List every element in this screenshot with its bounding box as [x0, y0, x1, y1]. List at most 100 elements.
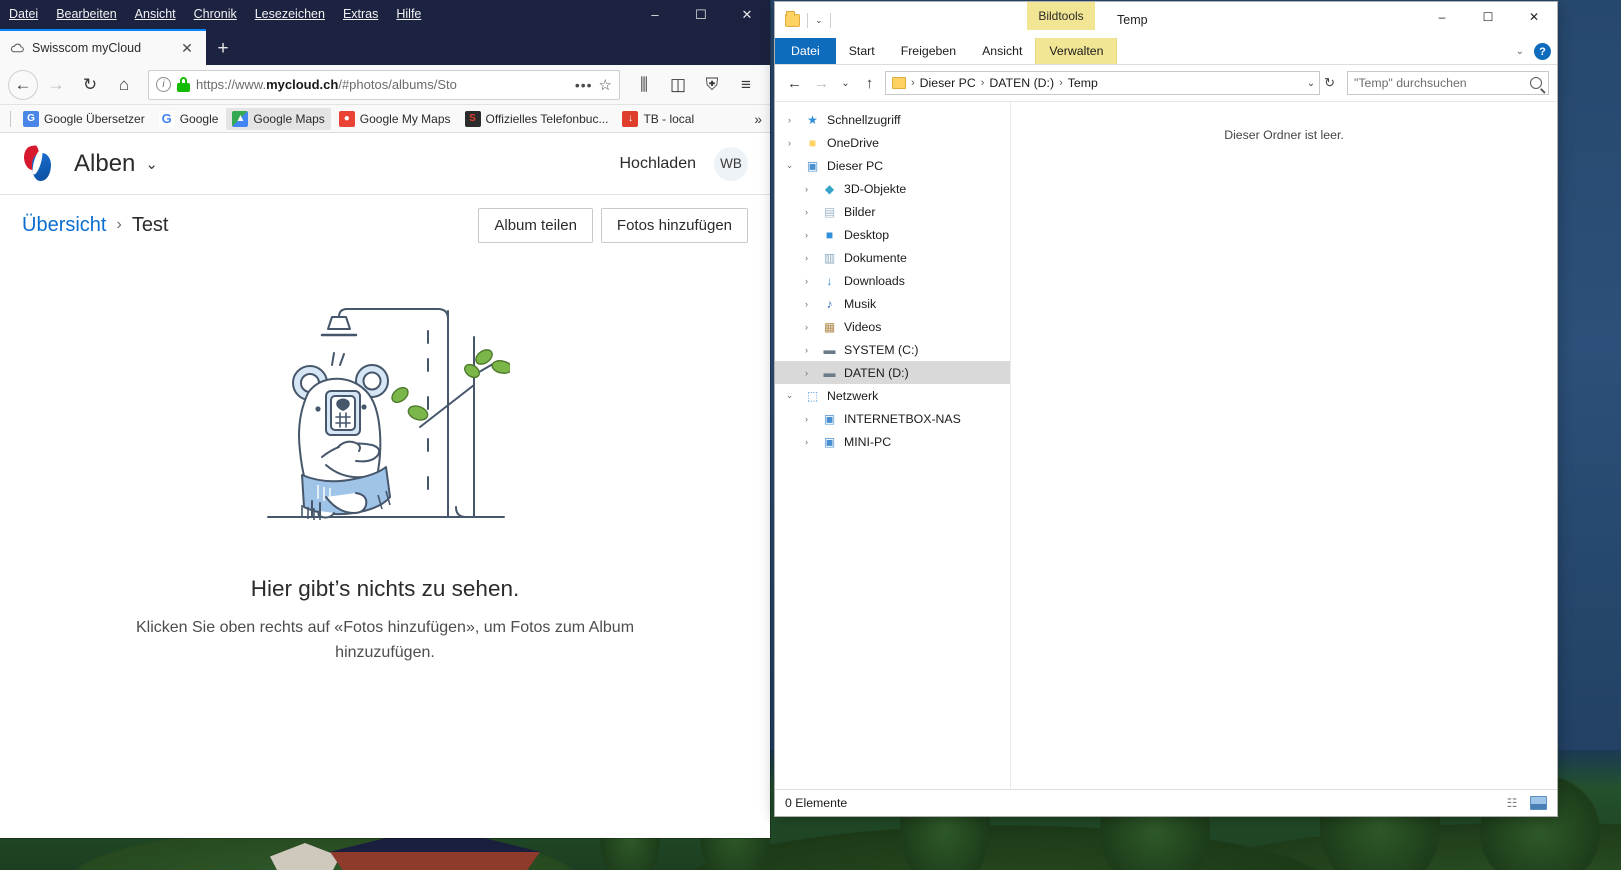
- chevron-right-icon[interactable]: ›: [798, 253, 815, 263]
- add-photos-button[interactable]: Fotos hinzufügen: [600, 207, 748, 243]
- breadcrumb-daten-d[interactable]: DATEN (D:): [989, 76, 1054, 90]
- chevron-down-icon[interactable]: ⌄: [781, 160, 798, 171]
- chevron-right-icon[interactable]: ›: [798, 437, 815, 447]
- menu-datei[interactable]: Datei: [0, 0, 47, 29]
- search-input[interactable]: "Temp" durchsuchen: [1347, 71, 1549, 95]
- refresh-icon[interactable]: ↻: [1324, 75, 1335, 91]
- nav-tree-item[interactable]: › ■ OneDrive: [775, 131, 1010, 154]
- nav-tree-item[interactable]: ⌄ ▣ Dieser PC: [775, 154, 1010, 177]
- chevron-right-icon[interactable]: ›: [798, 207, 815, 217]
- firefox-close-button[interactable]: ✕: [724, 0, 770, 29]
- nav-tree-item[interactable]: › ▣ INTERNETBOX-NAS: [775, 407, 1010, 430]
- nav-tree-item[interactable]: › ▬ DATEN (D:): [775, 361, 1010, 384]
- home-button[interactable]: ⌂: [108, 70, 140, 100]
- breadcrumb-dieser-pc[interactable]: Dieser PC: [920, 76, 976, 90]
- nav-tree-item[interactable]: › ♪ Musik: [775, 292, 1010, 315]
- menu-extras[interactable]: Extras: [334, 0, 387, 29]
- explorer-minimize-button[interactable]: –: [1419, 2, 1465, 32]
- nav-tree-item[interactable]: › ▤ Bilder: [775, 200, 1010, 223]
- page-actions-icon[interactable]: •••: [575, 77, 593, 93]
- new-tab-button[interactable]: +: [206, 33, 240, 65]
- chevron-right-icon[interactable]: ›: [798, 368, 815, 378]
- bookmark-star-icon[interactable]: ☆: [599, 76, 612, 94]
- chevron-right-icon[interactable]: ›: [798, 230, 815, 240]
- nav-tree-item[interactable]: › ▣ MINI-PC: [775, 430, 1010, 453]
- menu-ansicht[interactable]: Ansicht: [126, 0, 185, 29]
- menu-lesezeichen[interactable]: Lesezeichen: [246, 0, 334, 29]
- forward-button[interactable]: →: [40, 70, 72, 100]
- avatar[interactable]: WB: [714, 146, 748, 181]
- breadcrumb-root[interactable]: Übersicht: [22, 214, 106, 237]
- explorer-close-button[interactable]: ✕: [1511, 2, 1557, 32]
- chevron-down-icon[interactable]: ⌄: [815, 15, 823, 26]
- chevron-right-icon[interactable]: ›: [798, 414, 815, 424]
- menu-hilfe[interactable]: Hilfe: [387, 0, 430, 29]
- swisscom-logo-icon[interactable]: [22, 144, 56, 183]
- shield-icon[interactable]: ⛨: [696, 70, 728, 100]
- nav-tree-item[interactable]: ⌄ ⬚ Netzwerk: [775, 384, 1010, 407]
- firefox-maximize-button[interactable]: ☐: [678, 0, 724, 29]
- chevron-down-icon[interactable]: ⌄: [1516, 46, 1524, 57]
- nav-tree-item[interactable]: › ▦ Videos: [775, 315, 1010, 338]
- nav-tree-item[interactable]: › ■ Desktop: [775, 223, 1010, 246]
- bookmark-google[interactable]: G Google: [153, 108, 225, 130]
- firefox-minimize-button[interactable]: –: [632, 0, 678, 29]
- nav-tree-item[interactable]: › ▥ Dokumente: [775, 246, 1010, 269]
- bookmark-google-maps[interactable]: ▲ Google Maps: [226, 107, 331, 130]
- menu-chronik[interactable]: Chronik: [185, 0, 246, 29]
- chevron-right-icon[interactable]: ›: [781, 115, 798, 125]
- tab-swisscom-mycloud[interactable]: Swisscom myCloud ✕: [0, 29, 206, 65]
- recent-locations-icon[interactable]: ⌄: [837, 72, 854, 95]
- search-icon[interactable]: [1530, 77, 1542, 89]
- sidebar-icon[interactable]: ◫: [662, 70, 694, 100]
- thumbnails-view-icon[interactable]: [1530, 796, 1547, 810]
- chevron-right-icon[interactable]: ›: [798, 299, 815, 309]
- nav-tree-item[interactable]: › ↓ Downloads: [775, 269, 1010, 292]
- nav-item-label: Videos: [844, 319, 882, 334]
- reload-button[interactable]: ↻: [74, 70, 106, 100]
- chevron-down-icon[interactable]: ⌄: [781, 390, 798, 401]
- bookmark-google-my-maps[interactable]: ● Google My Maps: [333, 108, 457, 130]
- menu-bearbeiten[interactable]: Bearbeiten: [47, 0, 125, 29]
- chevron-right-icon[interactable]: ›: [798, 322, 815, 332]
- chevron-right-icon[interactable]: ›: [798, 184, 815, 194]
- bookmarks-overflow-icon[interactable]: »: [754, 111, 762, 127]
- help-icon[interactable]: ?: [1534, 43, 1551, 60]
- bookmark-google-uebersetzer[interactable]: G Google Übersetzer: [17, 108, 151, 130]
- url-bar[interactable]: i https://www.mycloud.ch/#photos/albums/…: [148, 69, 620, 100]
- ribbon-tab-freigeben[interactable]: Freigeben: [888, 38, 969, 64]
- chevron-right-icon[interactable]: ›: [798, 345, 815, 355]
- share-album-button[interactable]: Album teilen: [478, 207, 593, 243]
- address-dropdown-icon[interactable]: ⌄: [1307, 78, 1315, 89]
- nav-item-icon: ■: [825, 227, 834, 242]
- explorer-back-button[interactable]: ←: [783, 72, 806, 95]
- details-view-icon[interactable]: ☷: [1503, 796, 1520, 811]
- site-info-icon[interactable]: i: [156, 77, 171, 92]
- ribbon-tab-verwalten[interactable]: Verwalten: [1035, 38, 1118, 64]
- ribbon-tab-datei[interactable]: Datei: [775, 38, 836, 64]
- chevron-down-icon[interactable]: ⌄: [145, 155, 158, 173]
- explorer-up-button[interactable]: ↑: [858, 72, 881, 95]
- ribbon-tab-start[interactable]: Start: [836, 38, 888, 64]
- library-icon[interactable]: ⫼: [628, 70, 660, 100]
- explorer-forward-button[interactable]: →: [810, 72, 833, 95]
- chevron-right-icon[interactable]: ›: [781, 138, 798, 148]
- folder-icon[interactable]: [785, 10, 800, 27]
- hamburger-menu-icon[interactable]: ≡: [730, 70, 762, 100]
- chevron-right-icon[interactable]: ›: [798, 276, 815, 286]
- explorer-title-bar: ⌄ Bildtools Temp – ☐ ✕: [775, 2, 1557, 38]
- bookmark-tb-local[interactable]: ↓ TB - local: [616, 108, 700, 130]
- ribbon-tab-ansicht[interactable]: Ansicht: [969, 38, 1035, 64]
- nav-tree-item[interactable]: › ★ Schnellzugriff: [775, 108, 1010, 131]
- breadcrumb-temp[interactable]: Temp: [1068, 76, 1098, 90]
- tab-close-icon[interactable]: ✕: [178, 40, 196, 57]
- nav-tree-item[interactable]: › ▬ SYSTEM (C:): [775, 338, 1010, 361]
- explorer-file-list[interactable]: Dieser Ordner ist leer.: [1011, 102, 1557, 789]
- back-button[interactable]: ←: [8, 69, 38, 100]
- url-scheme: https://www.: [196, 77, 267, 92]
- address-path-field[interactable]: › Dieser PC › DATEN (D:) › Temp ⌄: [885, 71, 1321, 95]
- nav-tree-item[interactable]: › ◆ 3D-Objekte: [775, 177, 1010, 200]
- explorer-maximize-button[interactable]: ☐: [1465, 2, 1511, 32]
- bookmark-telefonbuch[interactable]: S Offizielles Telefonbuc...: [459, 108, 615, 130]
- upload-button[interactable]: Hochladen: [620, 155, 697, 173]
